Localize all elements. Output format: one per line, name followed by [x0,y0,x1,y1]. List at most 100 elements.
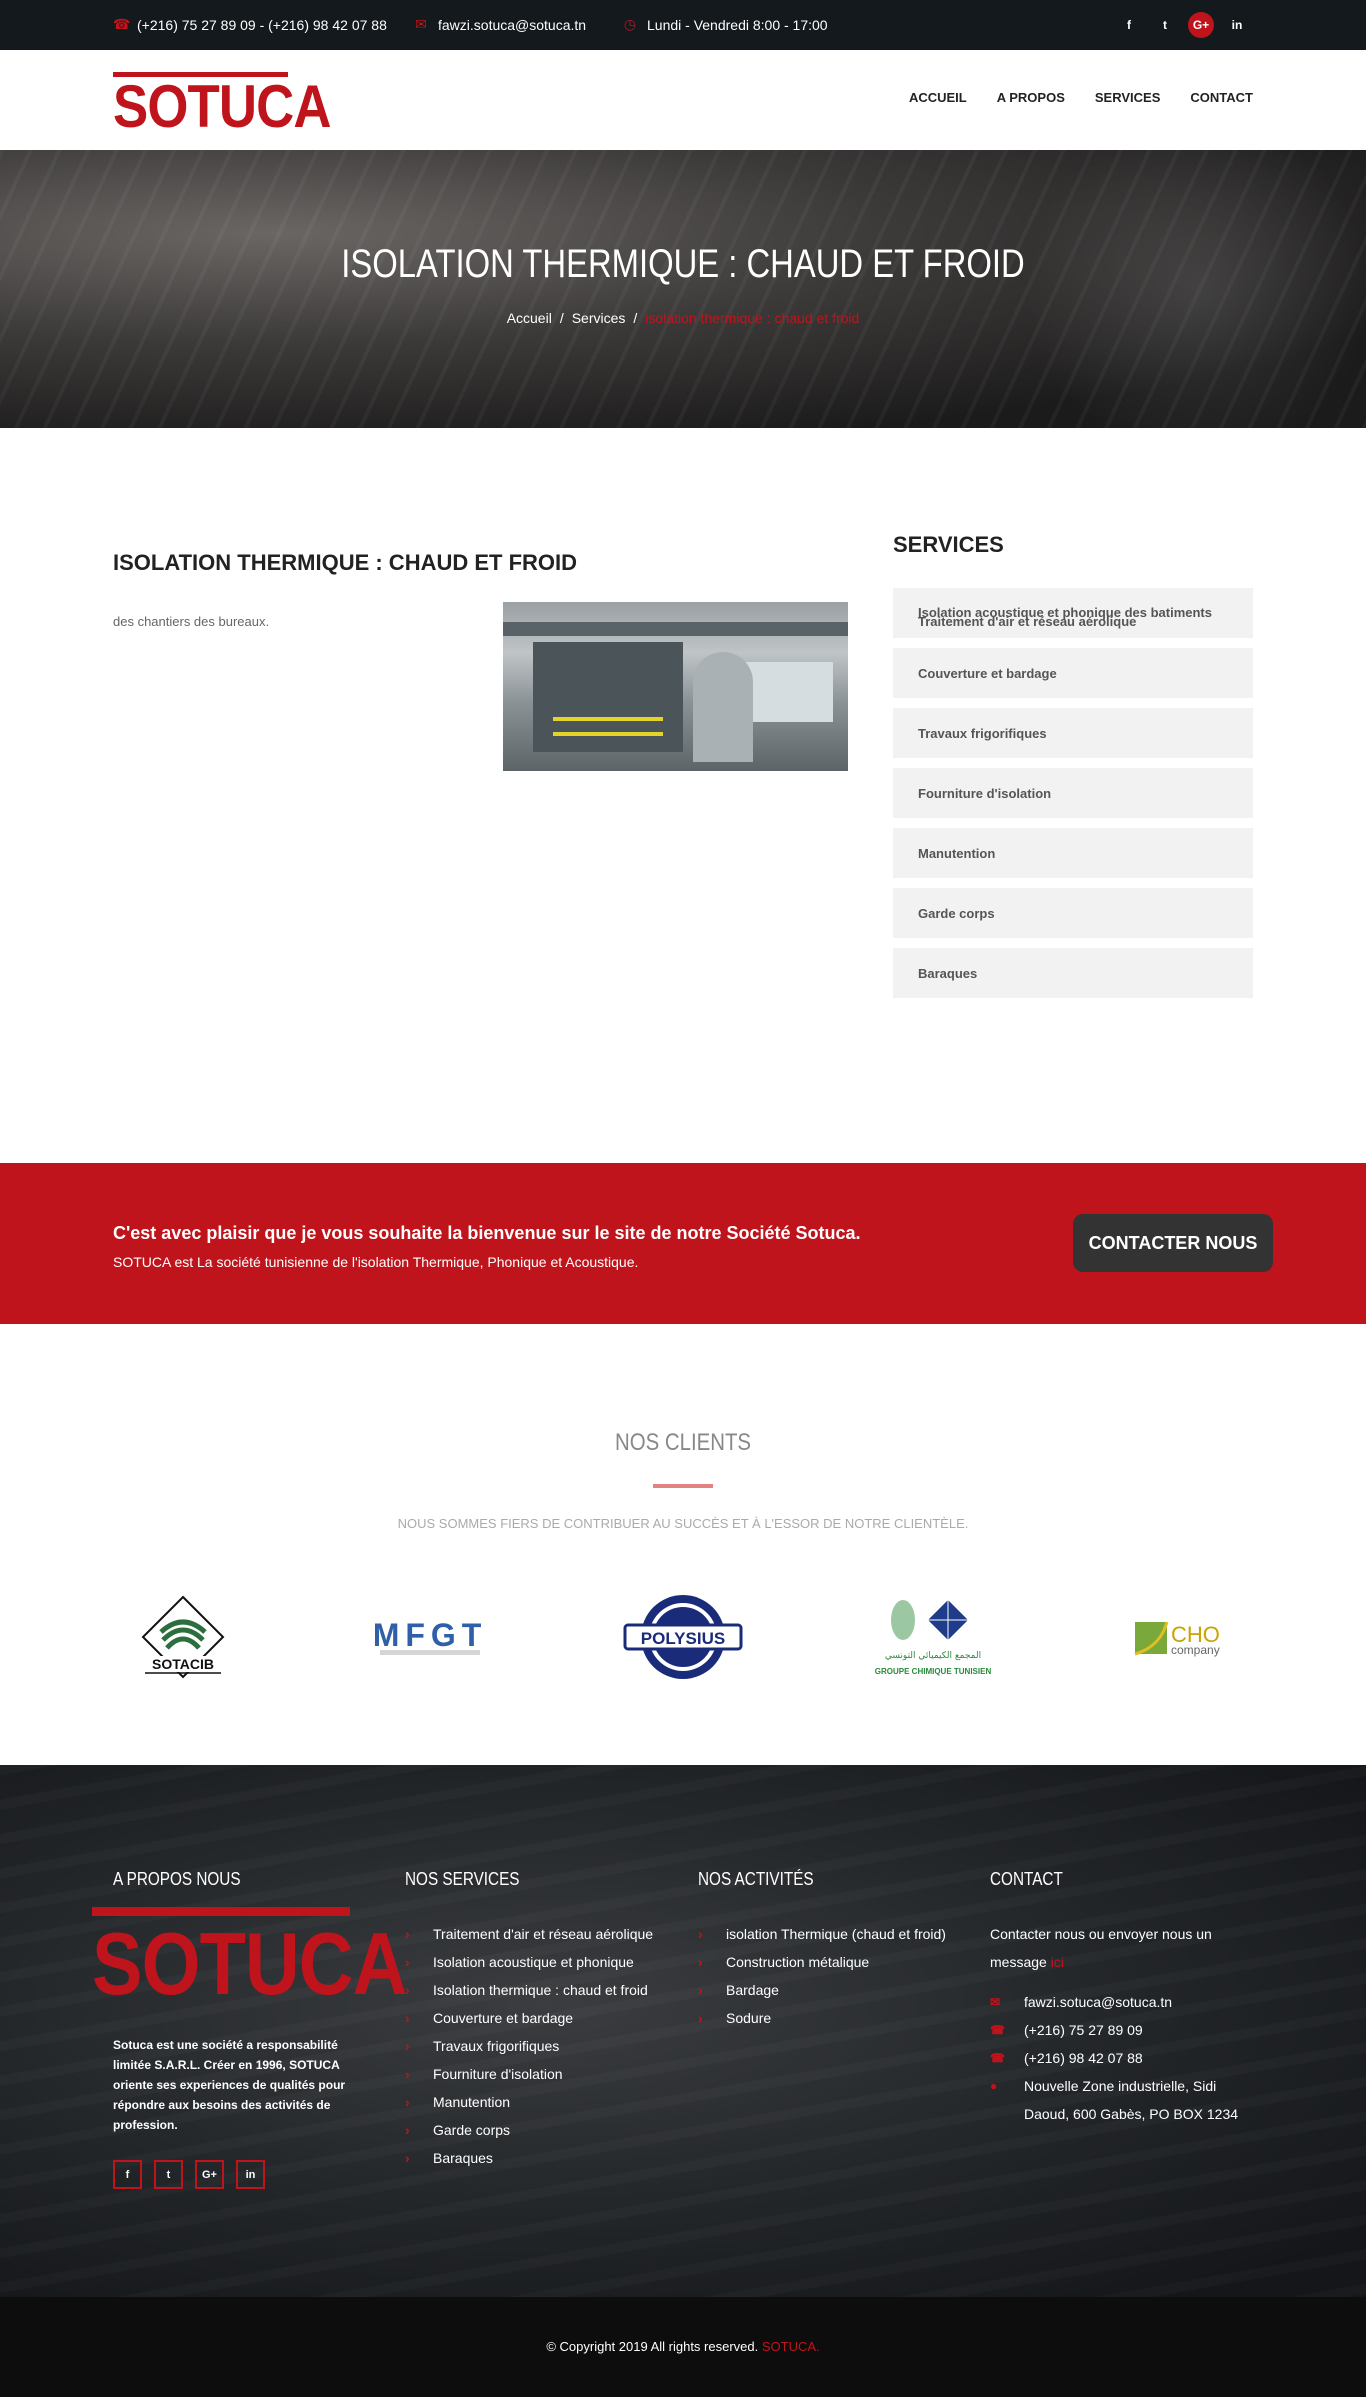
image-beam [503,622,848,636]
footer-address-text: Nouvelle Zone industrielle, Sidi Daoud, … [1024,2078,1239,2122]
sidebar-item-label: Traitement d'air et réseau aérolique [918,614,1137,629]
footer-service-item[interactable]: › Garde corps [405,2116,653,2144]
gct-label: GROUPE CHIMIQUE TUNISIEN [875,1667,992,1676]
contact-button[interactable]: CONTACTER NOUS [1073,1214,1273,1272]
footer-services-title: NOS SERVICES [405,1869,520,1889]
sidebar-services: Isolation acoustique et phonique des bat… [893,588,1253,1008]
topbar-email[interactable]: ✉ fawzi.sotuca@sotuca.tn [414,16,586,33]
envelope-icon: ✉ [990,1995,1001,2009]
main-content: ISOLATION THERMIQUE : CHAUD ET FROID des… [0,428,1366,1163]
nav-a-propos[interactable]: A PROPOS [997,90,1065,105]
map-marker-icon: ● [990,2079,998,2093]
copyright-text: © Copyright 2019 All rights reserved. [546,2339,759,2354]
chevron-right-icon: › [405,2122,410,2138]
client-logo-gct: المجمع الكيميائي التونسي GROUPE CHIMIQUE… [863,1587,1003,1687]
sidebar-item-acoustique[interactable]: Isolation acoustique et phonique des bat… [893,588,1253,638]
facebook-icon[interactable]: f [113,2160,142,2189]
phone-icon: ☎ [113,16,131,32]
logo-text: SOTUCA [113,73,332,140]
polysius-label: POLYSIUS [641,1629,725,1648]
sidebar-item-fourniture[interactable]: Fourniture d'isolation [893,768,1253,818]
sidebar-item-frigorifiques[interactable]: Travaux frigorifiques [893,708,1253,758]
chevron-right-icon: › [698,2010,703,2026]
twitter-icon[interactable]: t [154,2160,183,2189]
topbar-phone: ☎ (+216) 75 27 89 09 - (+216) 98 42 07 8… [113,16,387,33]
sidebar-item-garde-corps[interactable]: Garde corps [893,888,1253,938]
nav-services[interactable]: SERVICES [1095,90,1161,105]
phone-icon: ☎ [990,2051,1005,2065]
twitter-icon[interactable]: t [1152,12,1178,38]
cta-banner: C'est avec plaisir que je vous souhaite … [0,1163,1366,1324]
breadcrumb: Accueil / Services / isolation thermique : c… [0,310,1366,326]
footer-contact-address: ● Nouvelle Zone industrielle, Sidi Daoud,… [990,2072,1244,2128]
topbar-email-text[interactable]: fawzi.sotuca@sotuca.tn [438,17,586,33]
cta-text: SOTUCA est La société tunisienne de l'is… [113,1254,639,1270]
clock-icon: ◷ [623,16,637,32]
site-logo[interactable]: SOTUCA [113,72,332,140]
footer-contact-message: Contacter nous ou envoyer nous un messag… [990,1926,1212,1970]
clients-divider [653,1484,713,1488]
image-duct [693,652,753,762]
facebook-icon[interactable]: f [1116,12,1142,38]
copyright-brand[interactable]: SOTUCA. [762,2339,820,2354]
footer-service-label: Isolation acoustique et phonique [433,1954,634,1970]
page-title: ISOLATION THERMIQUE : CHAUD ET FROID [341,242,1025,286]
footer-activities: NOS ACTIVITÉS › isolation Thermique (chau… [698,1869,946,2032]
footer-service-label: Traitement d'air et réseau aérolique [433,1926,654,1942]
footer-contact-link[interactable]: ici [1051,1954,1064,1970]
footer-email-text: fawzi.sotuca@sotuca.tn [1024,1994,1173,2010]
client-logo-polysius: POLYSIUS [623,1587,743,1687]
footer-services: NOS SERVICES › Traitement d'air et réseau… [405,1869,653,2172]
footer-activity-item[interactable]: › Bardage [698,1976,946,2004]
footer-about-text: Sotuca est une société a responsabilité … [113,2038,346,2132]
mfgt-label: MFGT [375,1617,485,1653]
footer-contact-email[interactable]: ✉ fawzi.sotuca@sotuca.tn [990,1988,1244,2016]
sidebar-item-manutention[interactable]: Manutention [893,828,1253,878]
client-logo-cho: CHO company [1130,1587,1240,1687]
copyright-bar: © Copyright 2019 All rights reserved. SO… [0,2297,1366,2397]
nav-accueil[interactable]: ACCUEIL [909,90,967,105]
footer-service-item[interactable]: › Couverture et bardage [405,2004,653,2032]
footer-service-label: Isolation thermique : chaud et froid [433,1982,648,1998]
footer-service-item[interactable]: › Manutention [405,2088,653,2116]
google-plus-icon[interactable]: G+ [1188,12,1214,38]
sidebar-title: SERVICES [893,532,1004,557]
footer-activity-item[interactable]: › isolation Thermique (chaud et froid) [698,1920,946,1948]
nav-contact[interactable]: CONTACT [1190,90,1253,105]
breadcrumb-home[interactable]: Accueil [507,310,552,326]
top-bar: ☎ (+216) 75 27 89 09 - (+216) 98 42 07 8… [0,0,1366,50]
footer-service-item[interactable]: › Baraques [405,2144,653,2172]
footer-service-item[interactable]: › Isolation acoustique et phonique [405,1948,653,1976]
image-railing [553,732,663,736]
chevron-right-icon: › [698,1982,703,1998]
google-plus-icon[interactable]: G+ [195,2160,224,2189]
gct-arabic-label: المجمع الكيميائي التونسي [885,1651,981,1661]
sidebar-item-couverture[interactable]: Couverture et bardage [893,648,1253,698]
footer-service-item[interactable]: › Traitement d'air et réseau aérolique [405,1920,653,1948]
footer-service-label: Fourniture d'isolation [433,2066,563,2082]
footer-service-label: Garde corps [433,2122,511,2138]
footer-service-item[interactable]: › Travaux frigorifiques [405,2032,653,2060]
chevron-right-icon: › [698,1954,703,1970]
breadcrumb-section[interactable]: Services [572,310,626,326]
sidebar-item-baraques[interactable]: Baraques [893,948,1253,998]
footer-service-label: Couverture et bardage [433,2010,574,2026]
topbar-phone-text: (+216) 75 27 89 09 - (+216) 98 42 07 88 [137,16,387,33]
footer-activity-item[interactable]: › Sodure [698,2004,946,2032]
footer-contact-text: Contacter nous ou envoyer nous un messag… [990,1920,1240,1976]
footer-service-item[interactable]: › Fourniture d'isolation [405,2060,653,2088]
chevron-right-icon: › [405,2038,410,2054]
page-hero: ISOLATION THERMIQUE : CHAUD ET FROID Acc… [0,150,1366,428]
cho-sub-label: company [1171,1643,1220,1657]
content-text: des chantiers des bureaux. [113,614,270,629]
client-logo-mfgt: MFGT [375,1587,485,1687]
site-footer: A PROPOS NOUS SOTUCA Sotuca est une soci… [0,1765,1366,2297]
footer-phone-text: (+216) 75 27 89 09 [1024,2022,1143,2038]
linkedin-icon[interactable]: in [236,2160,265,2189]
topbar-social: f t G+ in [1116,12,1250,38]
footer-service-item[interactable]: › Isolation thermique : chaud et froid [405,1976,653,2004]
footer-activity-label: Sodure [726,2010,772,2026]
clients-subtitle: NOUS SOMMES FIERS DE CONTRIBUER AU SUCCÈ… [397,1516,969,1531]
footer-activity-item[interactable]: › Construction métalique [698,1948,946,1976]
linkedin-icon[interactable]: in [1224,12,1250,38]
